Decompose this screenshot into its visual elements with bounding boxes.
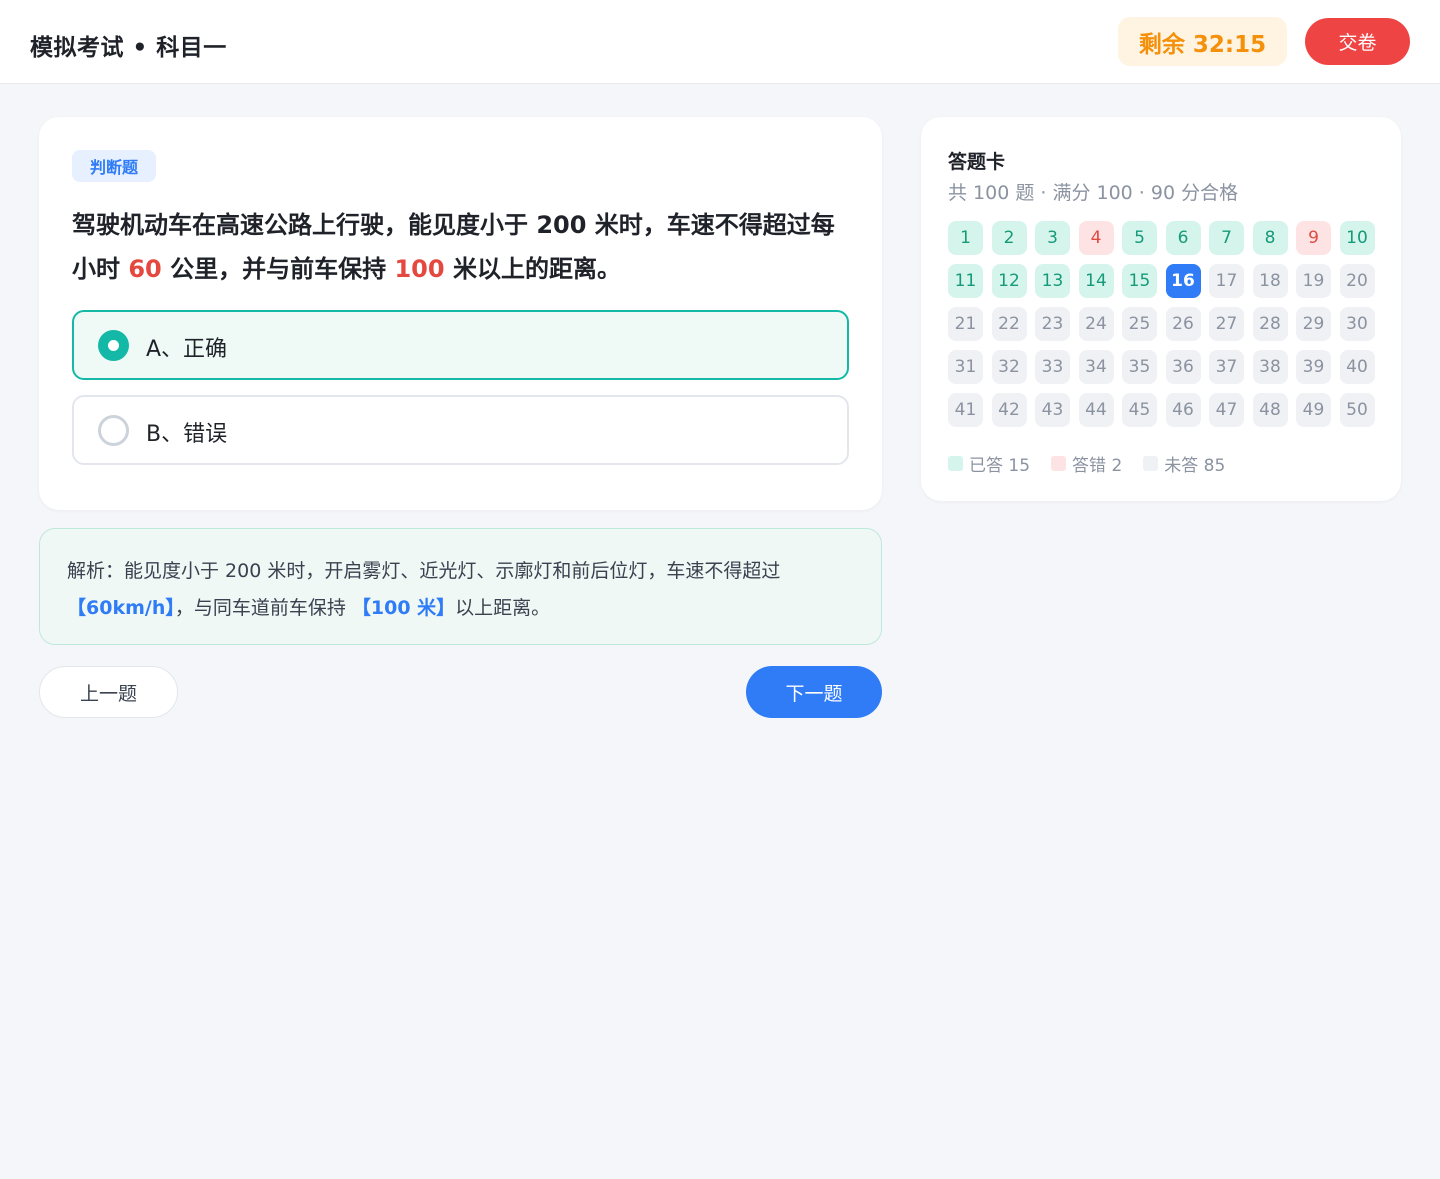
- question-number-10[interactable]: 10: [1339, 221, 1375, 255]
- option-b[interactable]: B、错误: [72, 395, 849, 465]
- legend-label: 已答 15: [969, 456, 1031, 476]
- question-number-42[interactable]: 42: [991, 393, 1027, 427]
- answer-sheet-subtitle: 共 100 题 · 满分 100 · 90 分合格: [948, 182, 1239, 204]
- legend-answered: 已答 15: [948, 451, 1030, 476]
- question-number-35[interactable]: 35: [1122, 350, 1157, 384]
- submit-exam-button[interactable]: 交卷: [1305, 18, 1410, 65]
- analysis-keyword: 【100 米】: [351, 597, 456, 619]
- question-type-badge: 判断题: [72, 150, 156, 182]
- unanswered-swatch-icon: [1143, 456, 1159, 471]
- question-number-18[interactable]: 18: [1252, 264, 1288, 298]
- question-number-3[interactable]: 3: [1035, 221, 1070, 255]
- answer-sheet-card: 答题卡 共 100 题 · 满分 100 · 90 分合格 1234567891…: [921, 117, 1401, 501]
- question-number-41[interactable]: 41: [948, 393, 983, 427]
- question-number-30[interactable]: 30: [1339, 307, 1375, 341]
- question-number-4[interactable]: 4: [1078, 221, 1114, 255]
- question-number-27[interactable]: 27: [1209, 307, 1244, 341]
- question-number-50[interactable]: 50: [1339, 393, 1375, 427]
- question-number-1[interactable]: 1: [948, 221, 983, 255]
- top-bar: 模拟考试 • 科目一 剩余 32:15 交卷: [0, 0, 1440, 84]
- question-number-12[interactable]: 12: [991, 264, 1027, 298]
- question-number-25[interactable]: 25: [1122, 307, 1157, 341]
- question-number-8[interactable]: 8: [1252, 221, 1288, 255]
- question-number-47[interactable]: 47: [1209, 393, 1244, 427]
- countdown-timer: 剩余 32:15: [1118, 17, 1287, 66]
- question-number-11[interactable]: 11: [948, 264, 983, 298]
- question-number-22[interactable]: 22: [991, 307, 1027, 341]
- next-question-button[interactable]: 下一题: [746, 666, 882, 718]
- answer-sheet-title: 答题卡: [948, 151, 1006, 173]
- legend-unanswered: 未答 85: [1143, 451, 1225, 476]
- question-number-44[interactable]: 44: [1078, 393, 1114, 427]
- question-number-29[interactable]: 29: [1296, 307, 1331, 341]
- analysis-text: 解析：能见度小于 200 米时，开启雾灯、近光灯、示廓灯和前后位灯，车速不得超过: [67, 560, 781, 582]
- answered-swatch-icon: [948, 456, 963, 471]
- radio-unchecked-icon: [98, 415, 129, 446]
- question-number-16[interactable]: 16: [1165, 264, 1201, 298]
- question-number-39[interactable]: 39: [1296, 350, 1331, 384]
- question-number-19[interactable]: 19: [1296, 264, 1331, 298]
- question-number-24[interactable]: 24: [1078, 307, 1114, 341]
- stem-text: 米以上的距离。: [444, 255, 621, 283]
- question-number-13[interactable]: 13: [1035, 264, 1070, 298]
- question-number-26[interactable]: 26: [1165, 307, 1201, 341]
- answer-sheet-legend: 已答 15 答错 2 未答 85: [948, 451, 1246, 476]
- question-number-46[interactable]: 46: [1165, 393, 1201, 427]
- wrong-swatch-icon: [1051, 456, 1067, 471]
- question-number-28[interactable]: 28: [1252, 307, 1288, 341]
- question-number-32[interactable]: 32: [991, 350, 1027, 384]
- option-label: A、正确: [146, 337, 228, 362]
- stem-highlight-speed: 60: [128, 255, 162, 283]
- question-number-36[interactable]: 36: [1165, 350, 1201, 384]
- legend-wrong: 答错 2: [1051, 451, 1122, 476]
- legend-label: 答错 2: [1072, 456, 1123, 476]
- question-number-2[interactable]: 2: [991, 221, 1027, 255]
- prev-question-button[interactable]: 上一题: [39, 666, 178, 718]
- option-a[interactable]: A、正确: [72, 310, 849, 380]
- page-title: 模拟考试 • 科目一: [30, 35, 227, 61]
- question-number-43[interactable]: 43: [1035, 393, 1070, 427]
- radio-checked-icon: [98, 330, 129, 361]
- analysis-text: 以上距离。: [455, 597, 551, 619]
- legend-label: 未答 85: [1164, 456, 1226, 476]
- question-number-6[interactable]: 6: [1165, 221, 1201, 255]
- analysis-panel: 解析：能见度小于 200 米时，开启雾灯、近光灯、示廓灯和前后位灯，车速不得超过…: [39, 528, 882, 645]
- question-number-23[interactable]: 23: [1035, 307, 1070, 341]
- question-number-49[interactable]: 49: [1296, 393, 1331, 427]
- question-stem: 驾驶机动车在高速公路上行驶，能见度小于 200 米时，车速不得超过每小时 60 …: [72, 203, 852, 291]
- question-number-15[interactable]: 15: [1122, 264, 1157, 298]
- analysis-keyword: 【60km/h】: [67, 597, 175, 619]
- question-number-20[interactable]: 20: [1339, 264, 1375, 298]
- question-number-17[interactable]: 17: [1209, 264, 1244, 298]
- question-card: 判断题 驾驶机动车在高速公路上行驶，能见度小于 200 米时，车速不得超过每小时…: [39, 117, 882, 510]
- question-number-31[interactable]: 31: [948, 350, 983, 384]
- question-number-14[interactable]: 14: [1078, 264, 1114, 298]
- stem-highlight-distance: 100: [394, 255, 445, 283]
- question-number-21[interactable]: 21: [948, 307, 983, 341]
- stem-text: 公里，并与前车保持: [161, 255, 395, 283]
- question-number-7[interactable]: 7: [1209, 221, 1244, 255]
- question-number-5[interactable]: 5: [1122, 221, 1157, 255]
- question-number-33[interactable]: 33: [1035, 350, 1070, 384]
- question-number-38[interactable]: 38: [1252, 350, 1288, 384]
- analysis-text: ，与同车道前车保持: [174, 597, 352, 619]
- question-number-34[interactable]: 34: [1078, 350, 1114, 384]
- question-number-grid: 1 2 3 4 5 6 7 8 9 10 11 12 13 14 15 16 17 18 19 20 21 22 23 24 2…: [948, 221, 1378, 427]
- option-label: B、错误: [146, 422, 228, 447]
- question-number-40[interactable]: 40: [1339, 350, 1375, 384]
- question-number-48[interactable]: 48: [1252, 393, 1288, 427]
- question-number-45[interactable]: 45: [1122, 393, 1157, 427]
- question-number-9[interactable]: 9: [1296, 221, 1331, 255]
- question-number-37[interactable]: 37: [1209, 350, 1244, 384]
